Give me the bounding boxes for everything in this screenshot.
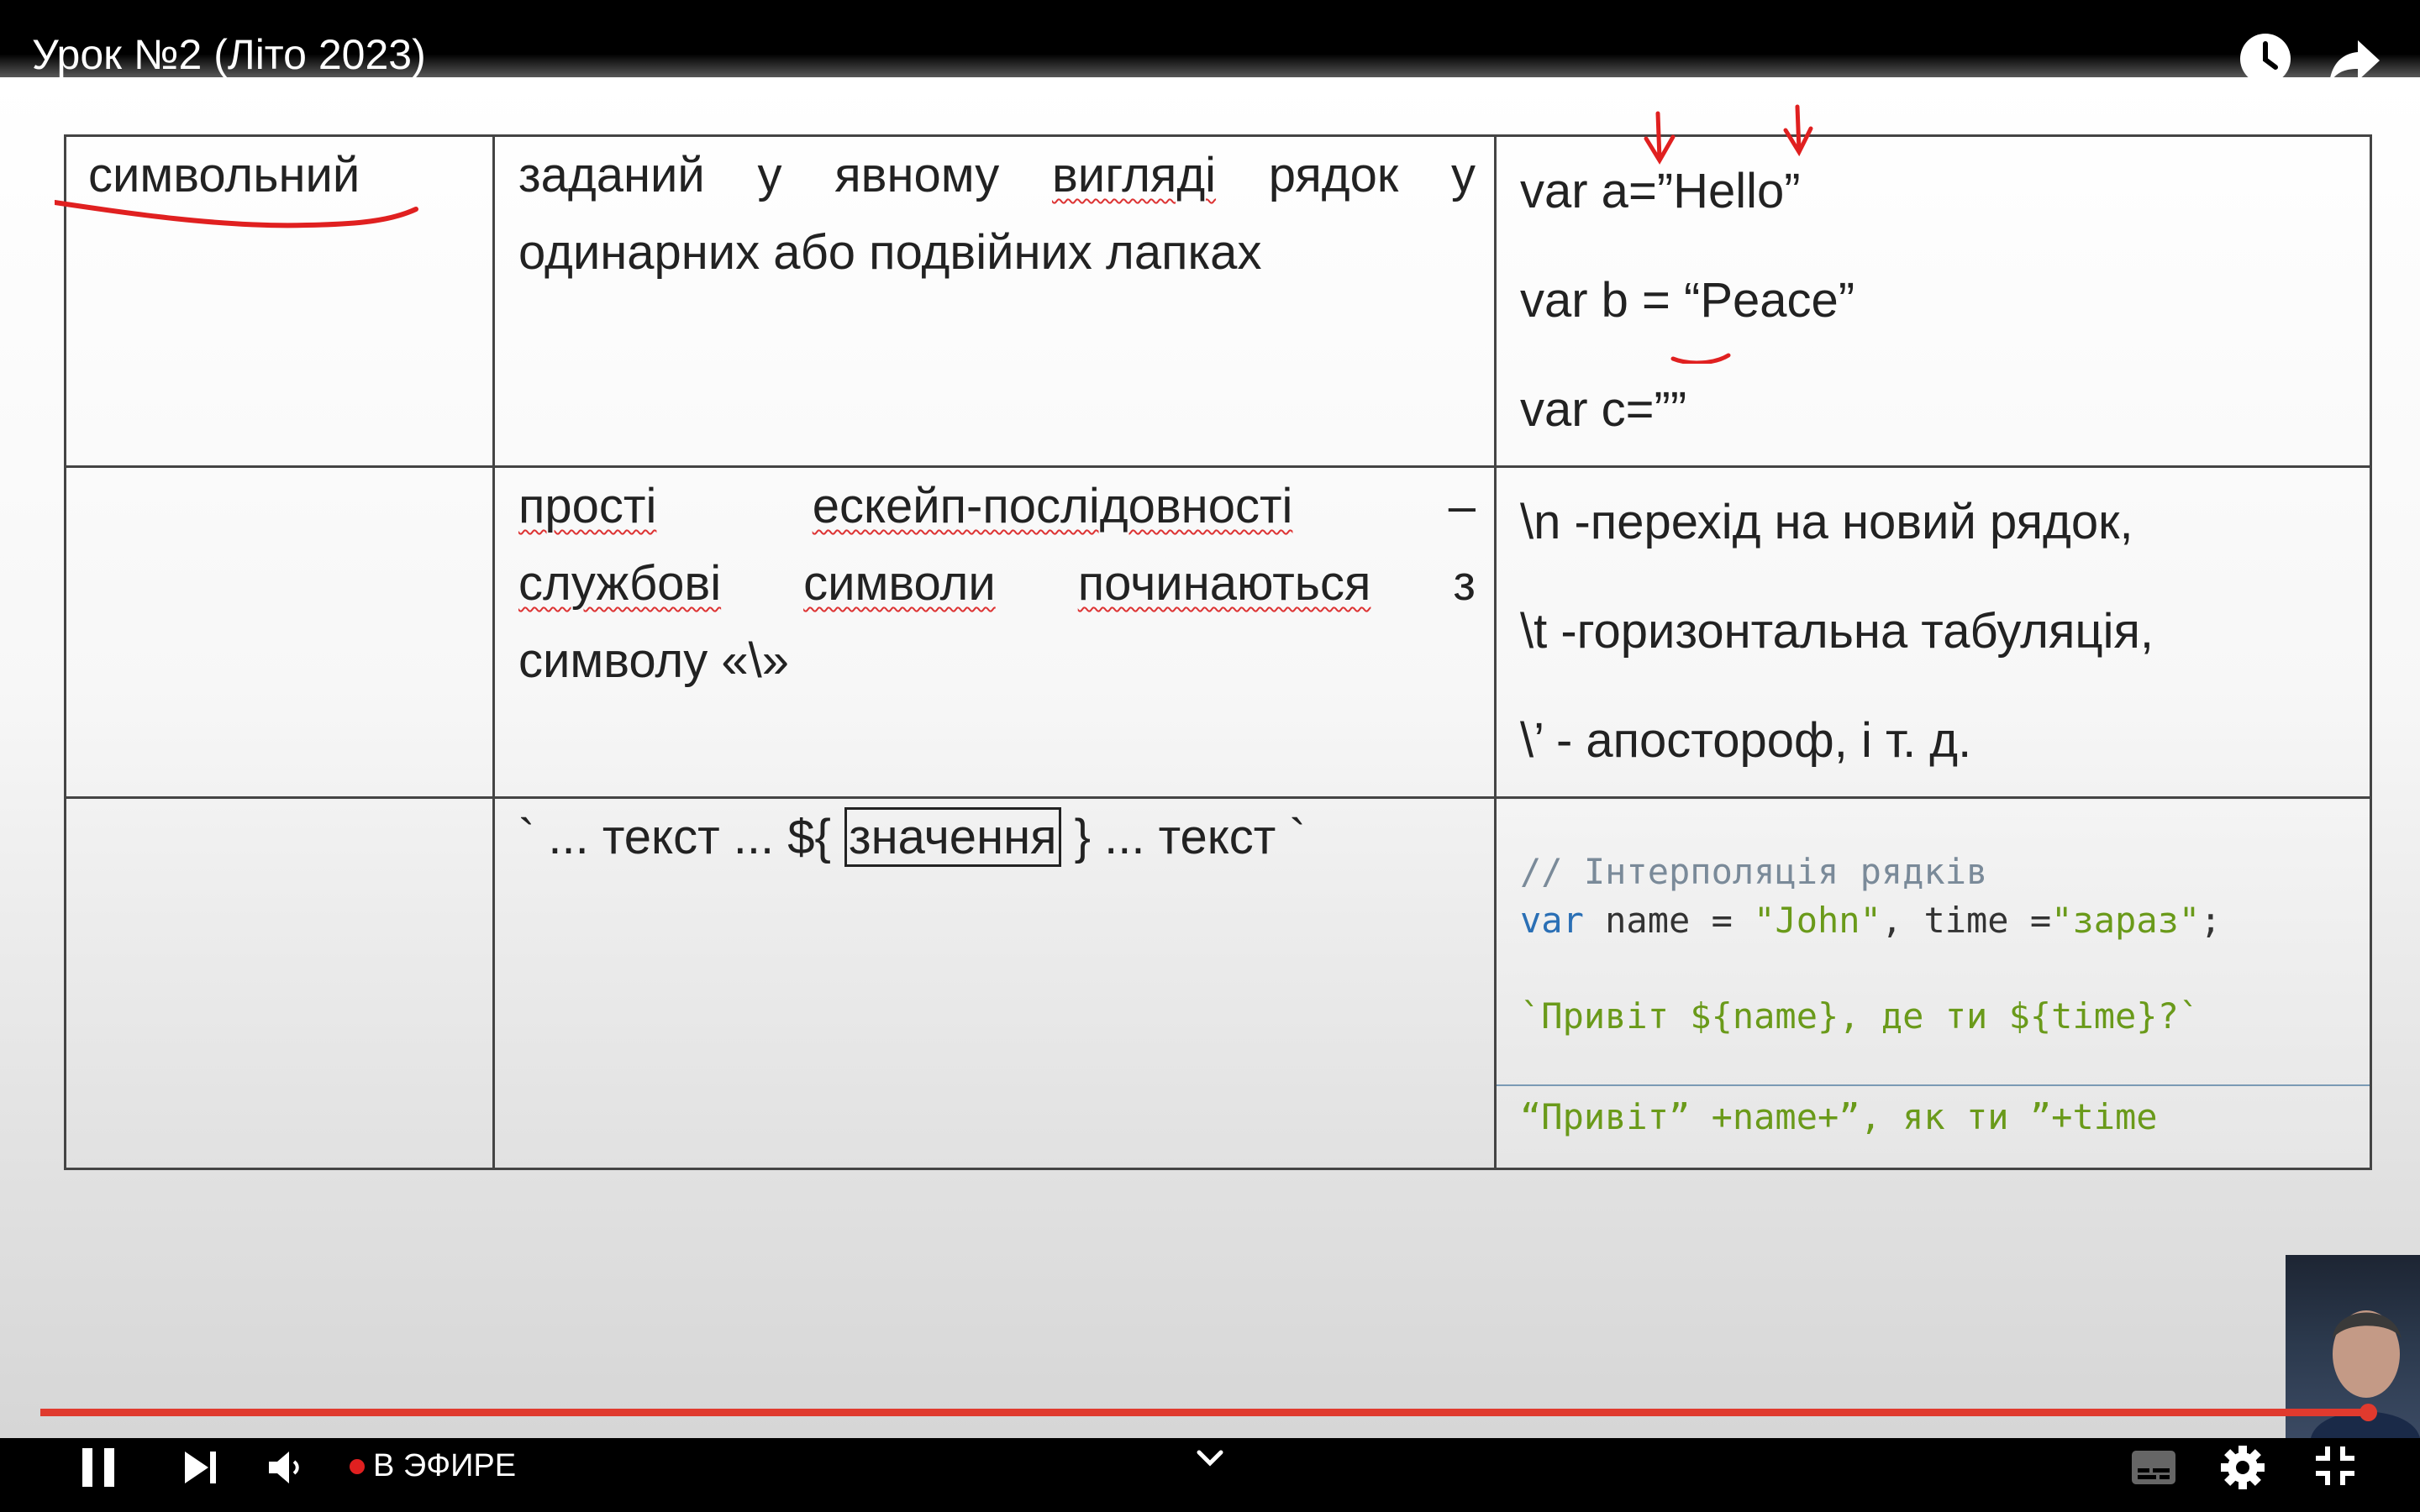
type-cell: символьний [55, 134, 495, 468]
code-string: "John" [1754, 900, 1881, 941]
desc-word: у [757, 148, 782, 202]
code-string: "зараз" [2051, 900, 2201, 941]
description-line: символу «\» [518, 633, 790, 688]
desc-word: ескейп-послідовності [812, 479, 1293, 533]
subtitles-icon[interactable] [2131, 1450, 2176, 1485]
red-arrow-annotations [1644, 104, 1813, 364]
template-value-box: значення [844, 807, 1061, 867]
code-blank [1520, 945, 2221, 992]
code-comment: // Інтерполяція рядків [1520, 851, 1988, 892]
code-text: ; [2200, 900, 2222, 941]
description-cell: ` ... текст ... ${ значення } ... текст … [492, 796, 1497, 1170]
code-keyword: var [1520, 900, 1584, 941]
code-line: var name = "John", time ="зараз"; [1520, 896, 2221, 945]
template-text: ` ... текст ... ${ [518, 810, 831, 864]
table-row: прості ескейп-послідовності – службові с… [64, 465, 2372, 799]
desc-word: вигляді [1051, 148, 1217, 202]
desc-word: рядок [1268, 148, 1399, 202]
code-text: , time = [1881, 900, 2052, 941]
example-cell: var a=”Hello” var b = “Peace” var c=”” [1494, 104, 2372, 468]
code-example-cell: // Інтерполяція рядків var name = "John"… [1494, 796, 2372, 1170]
next-icon[interactable] [183, 1450, 218, 1485]
code-divider [1497, 1084, 2370, 1086]
exit-fullscreen-icon[interactable] [2314, 1445, 2356, 1487]
slide: символьний заданий у явному вигляді рядо… [0, 77, 2420, 1438]
code-template-line: `Привіт ${name}, де ти ${time}?` [1520, 995, 2201, 1037]
volume-icon[interactable] [267, 1450, 306, 1485]
type-cell [64, 796, 495, 1170]
desc-word: починаються [1077, 556, 1371, 611]
table-row: ` ... текст ... ${ значення } ... текст … [64, 796, 2372, 1170]
live-indicator-dot [350, 1459, 365, 1474]
example-cell: \n -перехід на новий рядок, \t -горизонт… [1494, 465, 2372, 799]
example-line: \’ - апостороф, і т. д. [1520, 713, 1972, 768]
desc-word: заданий [518, 148, 705, 202]
desc-word: прості [518, 479, 657, 533]
desc-word: з [1453, 556, 1476, 611]
progress-scrubber[interactable] [2360, 1404, 2378, 1421]
video-title[interactable]: Урок №2 (Літо 2023) [32, 30, 426, 79]
chevron-down-icon[interactable] [1197, 1450, 1223, 1467]
desc-word: явному [834, 148, 1000, 202]
template-text: } ... текст ` [1074, 810, 1306, 864]
desc-word: символи [803, 556, 996, 611]
data-types-table: символьний заданий у явному вигляді рядо… [55, 104, 2372, 1170]
desc-word: у [1451, 148, 1476, 202]
table-row: символьний заданий у явному вигляді рядо… [55, 104, 2372, 468]
code-concat-line: “Привіт” +name+”, як ти ”+time [1520, 1096, 2158, 1137]
example-line: var c=”” [1520, 382, 1687, 437]
video-title-bar: Урок №2 (Літо 2023) [0, 0, 2420, 84]
desc-word: службові [518, 556, 722, 611]
red-underline-annotation [55, 200, 418, 228]
description-cell: заданий у явному вигляді рядок у одинарн… [492, 134, 1497, 468]
code-text: name = [1583, 900, 1754, 941]
pause-icon[interactable] [81, 1446, 118, 1488]
desc-word: – [1448, 479, 1476, 533]
description-cell: прості ескейп-послідовності – службові с… [492, 465, 1497, 799]
example-line: \n -перехід на новий рядок, [1520, 495, 2133, 549]
example-line: \t -горизонтальна табуляція, [1520, 604, 2154, 659]
description-line: одинарних або подвійних лапках [518, 225, 1262, 280]
settings-icon[interactable] [2220, 1445, 2265, 1490]
live-label[interactable]: В ЭФИРЕ [373, 1448, 516, 1484]
progress-bar[interactable] [40, 1409, 2369, 1416]
type-cell [64, 465, 495, 799]
